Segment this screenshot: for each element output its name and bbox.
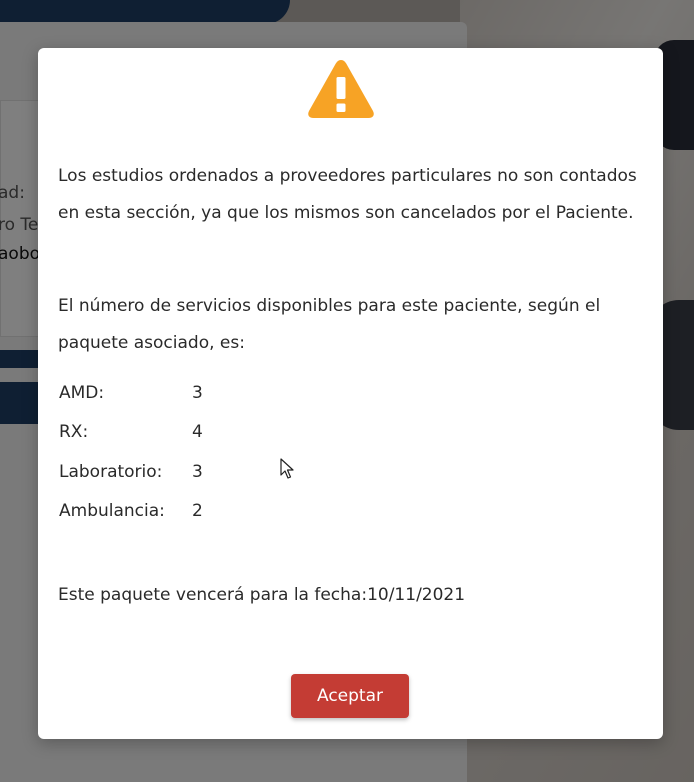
service-label: AMD: — [59, 383, 105, 403]
info-paragraph: Los estudios ordenados a proveedores par… — [58, 166, 637, 223]
service-count: 2 — [192, 501, 203, 521]
service-count: 3 — [192, 383, 203, 403]
accept-button[interactable]: Aceptar — [291, 674, 409, 718]
info-dialog: Los estudios ordenados a proveedores par… — [38, 48, 663, 739]
service-label: RX: — [59, 422, 89, 442]
mouse-cursor-icon — [280, 458, 294, 479]
warning-triangle-icon — [308, 60, 374, 118]
service-label: Ambulancia: — [59, 501, 165, 521]
expiry-date-text: Este paquete vencerá para la fecha:10/11… — [58, 585, 466, 605]
info-paragraph: El número de servicios disponibles para … — [58, 296, 601, 353]
service-label: Laboratorio: — [59, 462, 163, 482]
service-row: Laboratorio: 3 — [59, 462, 359, 502]
service-row: RX: 4 — [59, 422, 359, 462]
service-count: 4 — [192, 422, 203, 442]
service-count: 3 — [192, 462, 203, 482]
service-row: Ambulancia: 2 — [59, 501, 359, 541]
service-row: AMD: 3 — [59, 383, 359, 423]
